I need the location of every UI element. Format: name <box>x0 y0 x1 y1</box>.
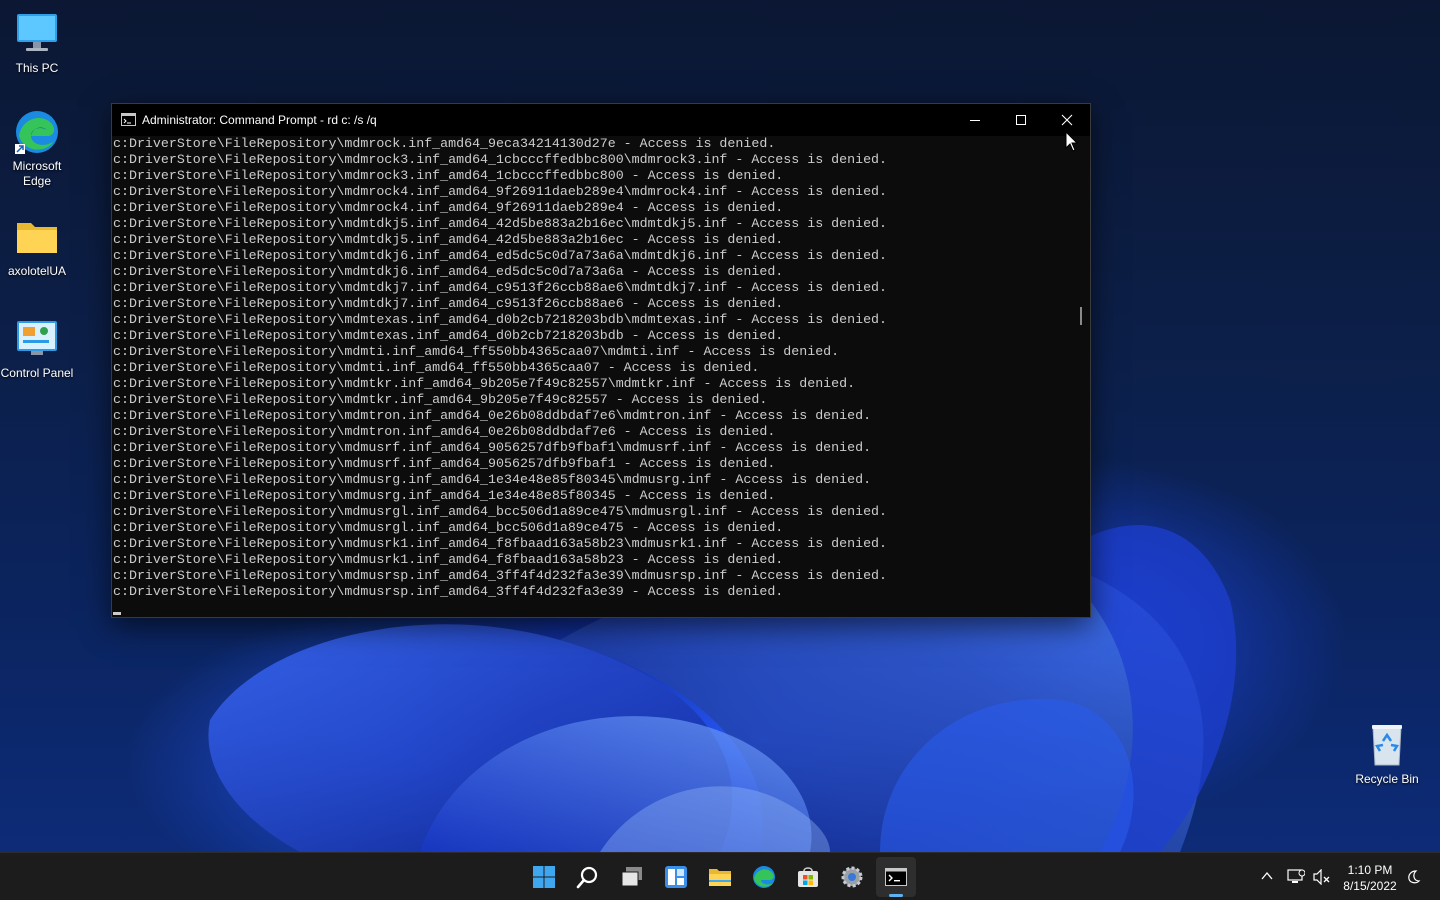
widgets-icon <box>665 866 687 888</box>
command-prompt-window[interactable]: Administrator: Command Prompt - rd c: /s… <box>111 103 1091 618</box>
desktop-icon-microsoft-edge[interactable]: Microsoft Edge <box>0 108 74 189</box>
taskbar-store-button[interactable] <box>788 857 828 897</box>
console-line: c:DriverStore\FileRepository\mdmtkr.inf_… <box>113 376 856 391</box>
console-line: c:DriverStore\FileRepository\mdmrock.inf… <box>113 136 776 151</box>
taskbar-widgets-button[interactable] <box>656 857 696 897</box>
minimize-button[interactable] <box>952 104 998 136</box>
console-line: c:DriverStore\FileRepository\mdmtexas.in… <box>113 312 888 327</box>
console-line: c:DriverStore\FileRepository\mdmusrk1.in… <box>113 536 888 551</box>
edge-icon <box>15 111 58 154</box>
clock-date: 8/15/2022 <box>1343 879 1397 893</box>
console-line: c:DriverStore\FileRepository\mdmti.inf_a… <box>113 360 760 375</box>
search-icon <box>576 866 598 889</box>
mouse-pointer-icon <box>1065 131 1079 152</box>
monitor-icon <box>17 14 57 51</box>
window-titlebar[interactable]: Administrator: Command Prompt - rd c: /s… <box>112 104 1090 136</box>
desktop-icon-label: Microsoft Edge <box>12 159 62 188</box>
console-line: c:DriverStore\FileRepository\mdmusrg.inf… <box>113 472 872 487</box>
console-line: c:DriverStore\FileRepository\mdmtron.inf… <box>113 424 776 439</box>
volume-muted-icon[interactable] <box>1313 869 1331 885</box>
console-line: c:DriverStore\FileRepository\mdmtdkj6.in… <box>113 248 888 263</box>
control-panel-icon <box>17 321 57 355</box>
console-line: c:DriverStore\FileRepository\mdmrock4.in… <box>113 200 784 215</box>
console-line: c:DriverStore\FileRepository\mdmusrf.inf… <box>113 440 872 455</box>
close-icon <box>1061 114 1073 126</box>
console-line: c:DriverStore\FileRepository\mdmrock3.in… <box>113 152 888 167</box>
taskbar-clock[interactable]: 1:10 PM 8/15/2022 <box>1332 862 1408 894</box>
taskbar-edge-button[interactable] <box>744 857 784 897</box>
taskbar-command-prompt-button[interactable] <box>876 857 916 897</box>
command-prompt-icon <box>121 113 136 126</box>
chevron-up-icon[interactable] <box>1260 869 1274 883</box>
desktop-icon-label: Recycle Bin <box>1355 772 1419 786</box>
task-view-icon <box>621 867 642 887</box>
active-app-indicator <box>889 894 903 897</box>
maximize-button[interactable] <box>998 104 1044 136</box>
scrollbar-thumb[interactable] <box>1080 307 1082 325</box>
maximize-icon <box>1016 115 1026 125</box>
console-line: c:DriverStore\FileRepository\mdmtdkj5.in… <box>113 232 784 247</box>
console-line: c:DriverStore\FileRepository\mdmtdkj7.in… <box>113 280 888 295</box>
taskbar: 1:10 PM 8/15/2022 <box>0 852 1440 900</box>
console-line: c:DriverStore\FileRepository\mdmtron.inf… <box>113 408 872 423</box>
console-output[interactable]: c:DriverStore\FileRepository\mdmrock.inf… <box>113 136 1079 614</box>
desktop-icon-label: This PC <box>15 61 59 75</box>
taskbar-start-button[interactable] <box>524 857 564 897</box>
console-line: c:DriverStore\FileRepository\mdmrock3.in… <box>113 168 784 183</box>
console-line: c:DriverStore\FileRepository\mdmtdkj6.in… <box>113 264 784 279</box>
console-line: c:DriverStore\FileRepository\mdmusrf.inf… <box>113 456 776 471</box>
desktop-icon-this-pc[interactable]: This PC <box>0 10 74 76</box>
windows-start-icon <box>533 866 555 888</box>
file-explorer-icon <box>709 869 731 886</box>
store-icon <box>798 867 818 887</box>
taskbar-file-explorer-button[interactable] <box>700 857 740 897</box>
console-line: c:DriverStore\FileRepository\mdmti.inf_a… <box>113 344 840 359</box>
console-line: c:DriverStore\FileRepository\mdmrock4.in… <box>113 184 888 199</box>
taskbar-settings-button[interactable] <box>832 857 872 897</box>
console-line: c:DriverStore\FileRepository\mdmusrgl.in… <box>113 504 888 519</box>
console-line: c:DriverStore\FileRepository\mdmusrgl.in… <box>113 520 784 535</box>
network-icon[interactable] <box>1287 869 1305 885</box>
console-line: c:DriverStore\FileRepository\mdmusrsp.in… <box>113 568 888 583</box>
folder-icon <box>17 223 57 253</box>
settings-icon <box>841 866 863 888</box>
desktop-icon-label: axolotelUA <box>7 264 67 278</box>
taskbar-search-button[interactable] <box>568 857 608 897</box>
edge-icon <box>753 866 775 888</box>
console-line: c:DriverStore\FileRepository\mdmtkr.inf_… <box>113 392 768 407</box>
desktop-icon-axolotelua[interactable]: axolotelUA <box>0 213 74 279</box>
recycle-bin-icon <box>1372 725 1402 766</box>
console-line: c:DriverStore\FileRepository\mdmtdkj5.in… <box>113 216 888 231</box>
desktop-icon-recycle-bin[interactable]: Recycle Bin <box>1350 721 1424 787</box>
window-title: Administrator: Command Prompt - rd c: /s… <box>142 113 377 127</box>
console-line: c:DriverStore\FileRepository\mdmusrsp.in… <box>113 584 784 599</box>
console-line: c:DriverStore\FileRepository\mdmusrg.inf… <box>113 488 776 503</box>
clock-time: 1:10 PM <box>1347 863 1393 877</box>
taskbar-task-view-button[interactable] <box>612 857 652 897</box>
command-prompt-icon <box>885 868 907 886</box>
desktop-icon-label: Control Panel <box>0 366 74 380</box>
console-line: c:DriverStore\FileRepository\mdmtdkj7.in… <box>113 296 784 311</box>
desktop-icon-control-panel[interactable]: Control Panel <box>0 315 74 381</box>
console-line: c:DriverStore\FileRepository\mdmtexas.in… <box>113 328 784 343</box>
console-line: c:DriverStore\FileRepository\mdmusrk1.in… <box>113 552 784 567</box>
focus-assist-icon[interactable] <box>1406 869 1422 885</box>
minimize-icon <box>970 120 980 121</box>
text-cursor <box>113 612 121 615</box>
